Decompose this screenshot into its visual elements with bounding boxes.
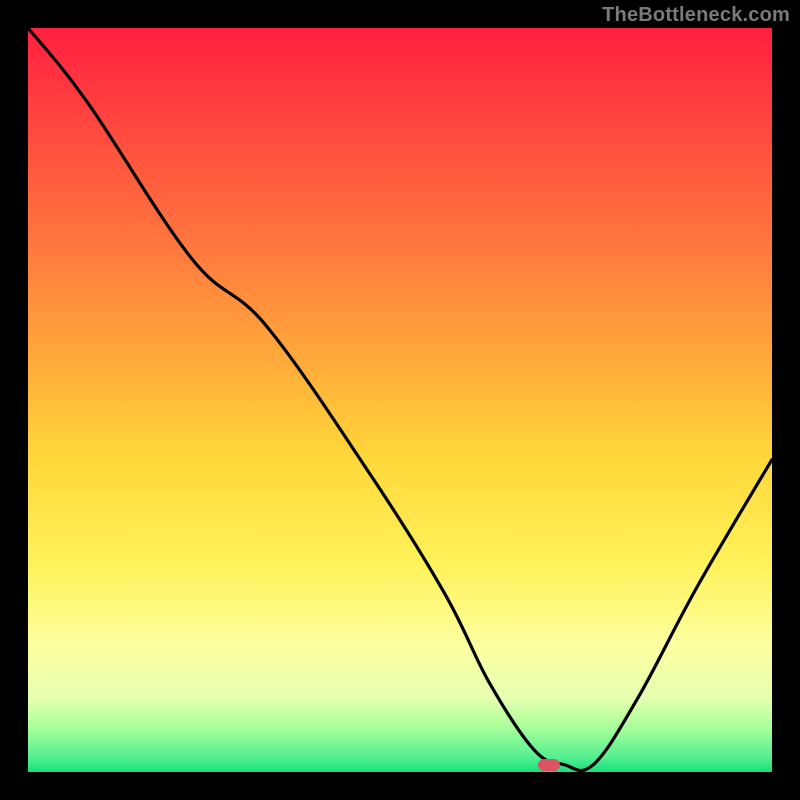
bottleneck-curve-path xyxy=(28,28,772,771)
curve-svg xyxy=(28,28,772,772)
chart-frame: TheBottleneck.com xyxy=(0,0,800,800)
plot-area xyxy=(28,28,772,772)
watermark-text: TheBottleneck.com xyxy=(602,4,790,27)
optimal-marker xyxy=(538,759,560,771)
